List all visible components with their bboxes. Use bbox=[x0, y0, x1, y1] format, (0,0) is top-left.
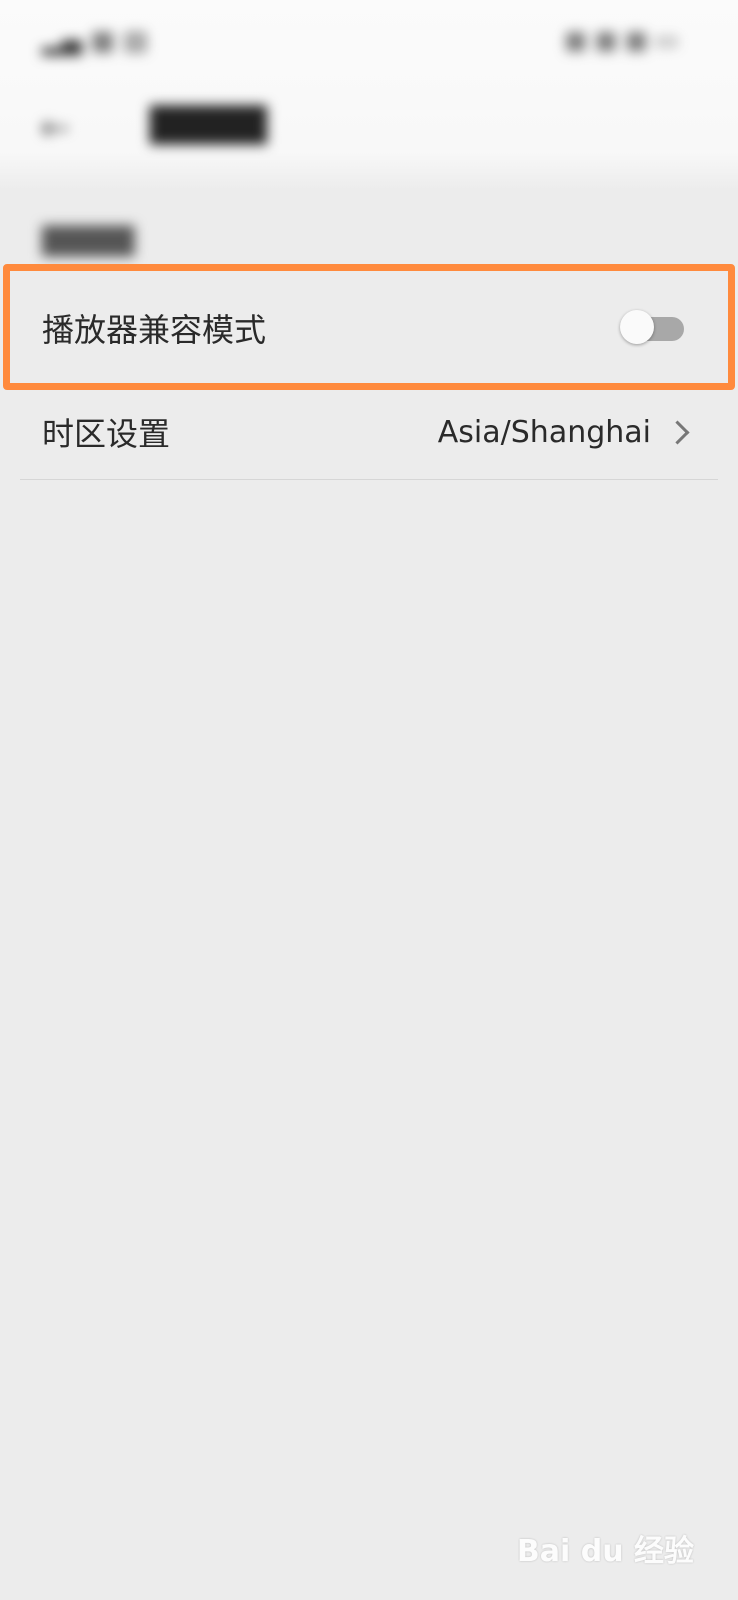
player-compat-mode-row[interactable]: 播放器兼容模式 bbox=[0, 268, 738, 388]
timezone-value: Asia/Shanghai bbox=[437, 414, 651, 450]
divider bbox=[20, 479, 718, 480]
chevron-right-icon bbox=[665, 419, 690, 445]
baidu-watermark: Bai du 经验 bbox=[516, 1534, 694, 1569]
back-arrow-icon[interactable]: ← bbox=[40, 108, 70, 149]
section-header: ▇▇▇▇ bbox=[42, 222, 135, 257]
toggle-knob bbox=[620, 310, 654, 344]
app-header: ▂▄ ▦ ▤ ▦ ▦ ▦ ▭ ← ▇▇▇▇ bbox=[0, 0, 738, 190]
timezone-row[interactable]: 时区设置 Asia/Shanghai bbox=[0, 386, 738, 478]
status-bar-right: ▦ ▦ ▦ ▭ bbox=[564, 26, 678, 54]
status-bar-left: ▂▄ ▦ ▤ bbox=[42, 26, 148, 56]
player-compat-mode-label: 播放器兼容模式 bbox=[42, 311, 267, 349]
timezone-label: 时区设置 bbox=[42, 415, 171, 453]
page-title: ▇▇▇▇ bbox=[150, 100, 267, 144]
player-compat-mode-toggle[interactable] bbox=[620, 310, 684, 344]
